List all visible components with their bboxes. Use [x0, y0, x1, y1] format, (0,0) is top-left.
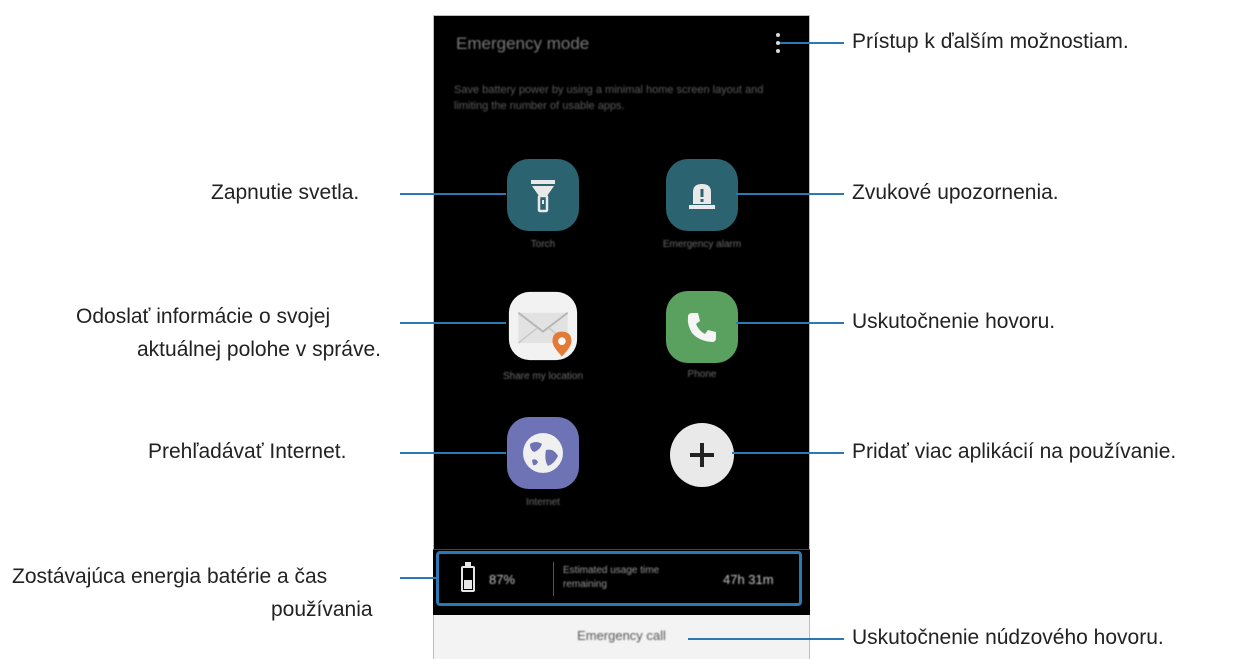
- callout-share-location-line1: Odoslať informácie o svojej: [76, 305, 331, 328]
- callout-battery-line1: Zostávajúca energia batérie a čas: [12, 565, 328, 588]
- plus-icon: [690, 443, 714, 467]
- emergency-call-label: Emergency call: [577, 628, 666, 643]
- callout-line-phone: [736, 322, 844, 324]
- callout-add-apps: Pridať viac aplikácií na používanie.: [852, 440, 1177, 463]
- callout-alarm: Zvukové upozornenia.: [852, 181, 1059, 204]
- callout-line-alarm: [736, 193, 844, 195]
- callout-line-torch: [400, 193, 506, 195]
- emergency-call-button[interactable]: Emergency call: [433, 615, 810, 659]
- torch-label: Torch: [530, 239, 556, 250]
- envelope-location-icon: [508, 291, 578, 361]
- internet-label: Internet: [526, 497, 560, 508]
- battery-highlight-box: [436, 551, 802, 606]
- callout-line-add: [732, 452, 844, 454]
- phone-label: Phone: [687, 369, 717, 380]
- callout-torch: Zapnutie svetla.: [211, 181, 360, 204]
- callout-phone: Uskutočnenie hovoru.: [852, 310, 1056, 333]
- emergency-alarm-label: Emergency alarm: [662, 239, 742, 250]
- callout-line-more: [780, 42, 844, 44]
- callout-share-location-line2: aktuálnej polohe v správe.: [137, 338, 381, 361]
- mode-description: Save battery power by using a minimal ho…: [454, 84, 764, 112]
- torch-icon: [531, 180, 555, 213]
- add-app-button[interactable]: [670, 423, 734, 487]
- callout-internet: Prehľadávať Internet.: [148, 440, 347, 463]
- callout-more-options: Prístup k ďalším možnostiam.: [852, 30, 1129, 53]
- callout-emergency-call: Uskutočnenie núdzového hovoru.: [852, 626, 1164, 649]
- emergency-alarm-app[interactable]: [666, 159, 738, 231]
- phone-app[interactable]: [666, 291, 738, 363]
- callout-line-emergency-call: [688, 638, 844, 640]
- phone-icon: [687, 313, 716, 342]
- torch-app[interactable]: [507, 159, 579, 231]
- globe-icon: [523, 433, 563, 473]
- callout-line-battery: [400, 577, 436, 579]
- share-location-app[interactable]: [507, 290, 579, 362]
- share-location-label: Share my location: [502, 371, 584, 382]
- callout-line-internet: [400, 452, 506, 454]
- page-title: Emergency mode: [456, 34, 590, 53]
- callout-battery-line2: používania: [271, 598, 373, 621]
- alarm-icon: [689, 184, 715, 209]
- internet-app[interactable]: [507, 417, 579, 489]
- callout-line-share: [400, 322, 506, 324]
